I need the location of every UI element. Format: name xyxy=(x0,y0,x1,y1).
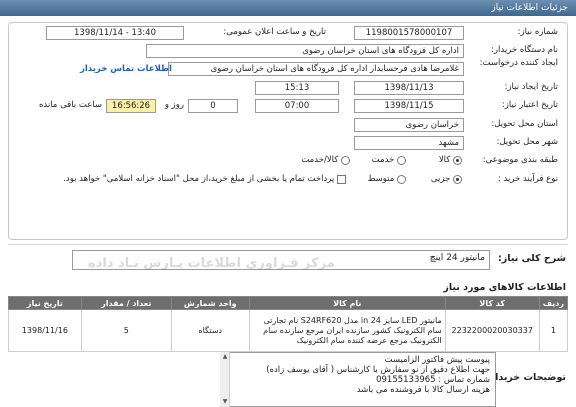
remaining-time-field: 16:56:26 xyxy=(106,99,156,113)
radio-icon[interactable] xyxy=(397,174,406,184)
validity-date-field: 1398/11/15 xyxy=(354,99,464,113)
cell-goods-name: مانیتور LED سایز 24 in مدل S24RF620 نام … xyxy=(248,309,446,352)
category-option-service[interactable]: خدمت xyxy=(372,155,406,166)
purchase-option-medium[interactable]: متوسط xyxy=(368,174,406,185)
watermark-text: مرکز فـراوری اطلاعات پـارس نـاد داده xyxy=(88,256,335,271)
category-option-goods-service[interactable]: کالا/خدمت xyxy=(301,155,350,166)
cell-quantity: 5 xyxy=(80,309,172,352)
notes-line: هزینه ارسال کالا با فروشنده می باشد xyxy=(356,385,490,395)
validity-time-field: 07:00 xyxy=(255,99,339,113)
radio-selected-icon[interactable] xyxy=(453,174,462,184)
requester-field: غلامرضا هادی فرحسابدار اداره کل فرودگاه … xyxy=(168,62,464,76)
treasury-checkbox-option[interactable]: پرداخت تمام یا بخشی از مبلغ خرید،از محل … xyxy=(63,174,346,185)
buyer-contact-link[interactable]: اطلاعات تماس خریدار xyxy=(80,64,172,74)
summary-value: مانیتور 24 اینچ xyxy=(429,253,485,263)
province-field: خراسان رضوی xyxy=(354,118,464,132)
column-header: ردیف xyxy=(538,296,569,310)
announce-field: 1398/11/14 - 13:40 xyxy=(46,26,184,40)
column-header: نام کالا xyxy=(248,296,446,310)
city-label: شهر محل تحویل: xyxy=(496,137,558,147)
remaining-label: ساعت باقی مانده xyxy=(38,100,102,110)
page-header: جزئیات اطلاعات نیاز xyxy=(0,0,576,16)
created-date-field: 1398/11/13 xyxy=(354,81,464,95)
cell-goods-code: 2232200020030337 xyxy=(444,309,540,352)
created-time-field: 15:13 xyxy=(255,81,339,95)
need-number-label: شماره نیاز: xyxy=(517,27,558,37)
need-number-field: 1198001578000107 xyxy=(354,26,464,40)
category-option-goods[interactable]: کالا xyxy=(439,155,462,166)
city-field: مشهد xyxy=(354,136,464,150)
notes-label: توضیحات خریدار: xyxy=(485,372,566,383)
radio-selected-icon[interactable] xyxy=(453,155,462,165)
column-header: کد کالا xyxy=(444,296,540,310)
validity-label: تاریخ اعتبار نیاز: xyxy=(501,100,558,110)
buyer-notes-textarea[interactable]: پیوست پیش فاکتور الزامیست جهت اطلاع دقیق… xyxy=(220,352,496,407)
column-header: تعداد / مقدار xyxy=(80,296,172,310)
days-label: روز و xyxy=(164,100,184,110)
goods-table: ردیف کد کالا نام کالا واحد شمارش تعداد /… xyxy=(8,296,569,352)
notes-line: پیوست پیش فاکتور الزامیست xyxy=(384,355,490,365)
notes-line: شماره تماس : 09155133965 xyxy=(376,375,490,385)
summary-label: شرح کلی نیاز: xyxy=(497,253,566,264)
checkbox-icon[interactable] xyxy=(337,174,346,184)
notes-line: جهت اطلاع دقیق از نو سفارش با کارشناس ( … xyxy=(266,365,490,375)
created-label: تاریخ ایجاد نیاز: xyxy=(504,82,558,92)
scroll-up-icon[interactable]: ▲ xyxy=(221,353,229,361)
column-header: واحد شمارش xyxy=(170,296,250,310)
days-remaining-field: 0 xyxy=(188,99,238,113)
purchase-type-label: نوع فرآیند خرید : xyxy=(497,174,558,184)
requester-label: ایجاد کننده درخواست: xyxy=(479,58,558,68)
purchase-option-minor[interactable]: جزیی xyxy=(431,174,462,185)
divider xyxy=(8,244,568,245)
notes-scrollbar[interactable]: ▲ ▼ xyxy=(220,352,230,407)
table-row: 1 2232200020030337 مانیتور LED سایز 24 i… xyxy=(8,309,569,352)
buyer-field: اداره کل فرودگاه های استان خراسان رضوی xyxy=(146,44,464,58)
scroll-down-icon[interactable]: ▼ xyxy=(221,398,229,406)
cell-row-number: 1 xyxy=(538,309,569,352)
column-header: تاریخ نیاز xyxy=(8,296,82,310)
radio-icon[interactable] xyxy=(341,155,350,165)
category-label: طبقه بندی موضوعی: xyxy=(482,155,558,165)
radio-icon[interactable] xyxy=(397,155,406,165)
announce-label: تاریخ و ساعت اعلان عمومی: xyxy=(223,27,326,37)
cell-need-date: 1398/11/16 xyxy=(8,309,82,352)
cell-unit: دستگاه xyxy=(170,309,250,352)
province-label: استان محل تحویل: xyxy=(491,119,558,129)
goods-section-title: اطلاعات کالاهای مورد نیاز xyxy=(443,282,566,293)
buyer-label: نام دستگاه خریدار: xyxy=(491,45,558,55)
